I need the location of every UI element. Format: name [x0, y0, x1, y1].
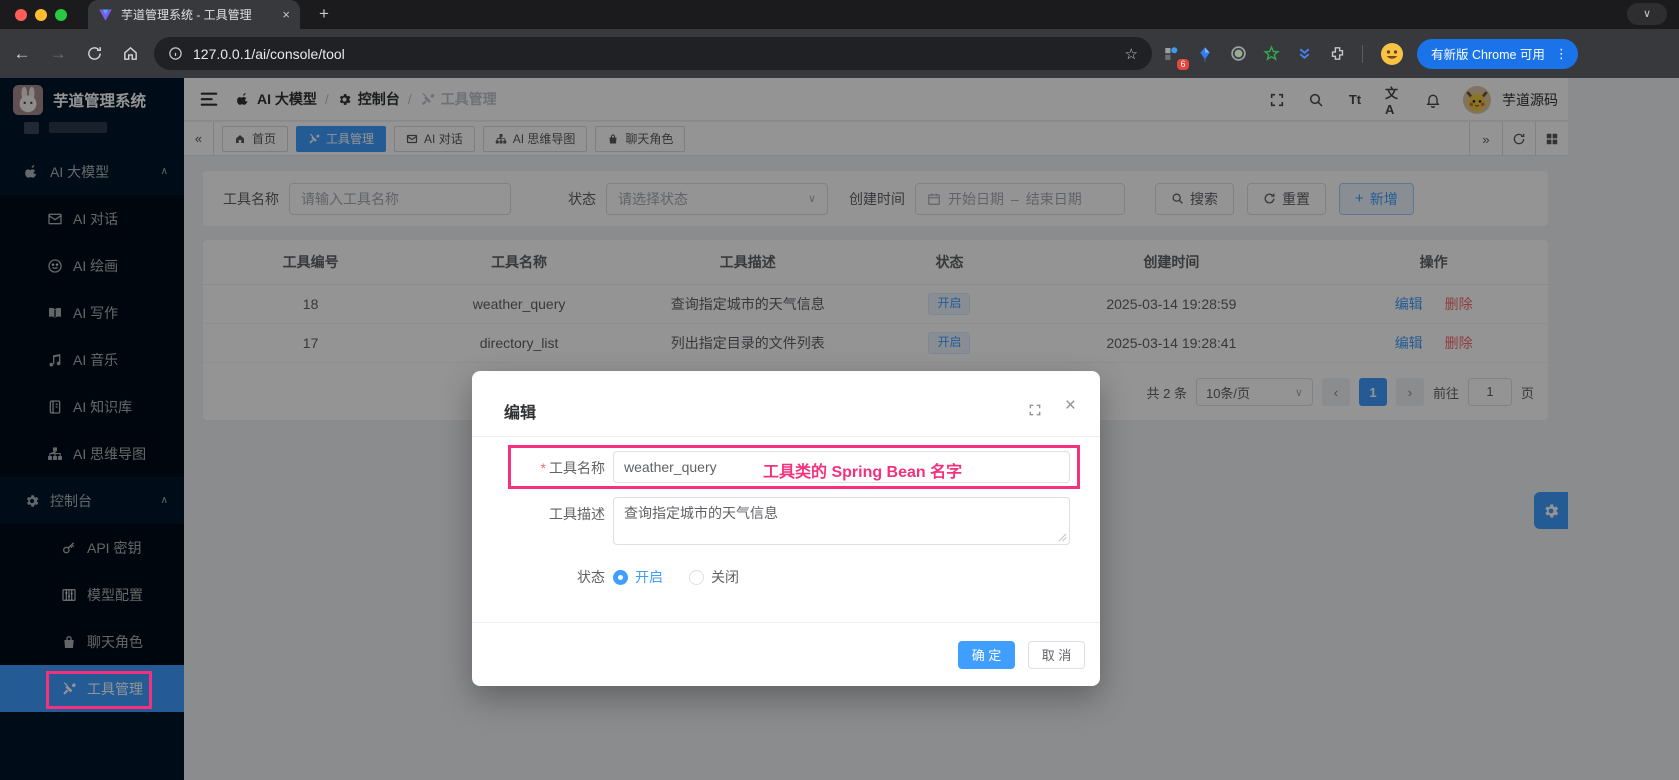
chrome-update-label: 有新版 Chrome 可用 [1431, 48, 1545, 62]
radio-off-label[interactable]: 关闭 [711, 567, 739, 587]
status-form-row: 状态 开启 关闭 [472, 567, 1100, 587]
close-tab-icon[interactable]: × [282, 7, 290, 22]
extensions-puzzle-icon[interactable] [1324, 41, 1350, 67]
back-icon[interactable]: ← [8, 40, 36, 68]
confirm-button[interactable]: 确 定 [958, 640, 1015, 669]
browser-tab[interactable]: 芋道管理系统 - 工具管理 × [88, 0, 300, 29]
dialog-fullscreen-icon[interactable] [1028, 403, 1042, 417]
screen: 芋道管理系统 - 工具管理 × + ∨ ← → 127.0.0.1/ai/con… [0, 0, 1679, 780]
traffic-light-maximize[interactable] [55, 9, 67, 21]
browser-tabstrip: 芋道管理系统 - 工具管理 × + ∨ [0, 0, 1679, 29]
annotation-text: 工具类的 Spring Bean 名字 [763, 464, 963, 481]
profile-avatar[interactable] [1379, 41, 1405, 67]
url-text[interactable]: 127.0.0.1/ai/console/tool [193, 46, 1115, 62]
traffic-light-minimize[interactable] [35, 9, 47, 21]
dialog-close-icon[interactable]: × [1065, 395, 1076, 417]
dialog-header: 编辑 × [472, 371, 1100, 437]
required-mark: * [540, 460, 546, 476]
browser-menu-icon[interactable]: ⋮ [1551, 46, 1572, 62]
radio-on-label[interactable]: 开启 [635, 567, 663, 587]
bookmark-star-icon[interactable]: ☆ [1125, 45, 1138, 63]
tool-desc-textarea[interactable]: 查询指定城市的天气信息 [613, 497, 1070, 545]
tab-search-icon[interactable]: ∨ [1627, 3, 1667, 25]
tool-name-field-label: * 工具名称 [540, 460, 605, 476]
page-viewport: 芋道管理系统 AI 大模型 ∧ AI 对话 AI 绘画 AI 写作 AI 音乐 … [0, 78, 1679, 780]
radio-on[interactable] [613, 569, 628, 585]
cancel-button[interactable]: 取 消 [1028, 640, 1085, 669]
tool-desc-field-label: 工具描述 [549, 506, 605, 522]
toolbar-divider [1362, 44, 1363, 63]
status-field-label: 状态 [577, 569, 605, 585]
extension-kite-icon[interactable] [1192, 41, 1218, 67]
dialog-title: 编辑 [504, 404, 537, 422]
home-icon[interactable] [116, 40, 144, 68]
forward-icon: → [49, 43, 67, 63]
extension-chevrons-icon[interactable] [1291, 41, 1317, 67]
extension-circle-icon[interactable] [1225, 41, 1251, 67]
tool-desc-form-row: 工具描述 查询指定城市的天气信息 [472, 497, 1100, 545]
favicon-icon [98, 7, 113, 22]
radio-off[interactable] [689, 569, 704, 585]
new-tab-button[interactable]: + [312, 2, 336, 26]
extension-badge: 6 [1176, 58, 1189, 70]
chrome-update-button[interactable]: 有新版 Chrome 可用 ⋮ [1417, 38, 1578, 69]
browser-toolbar: ← → 127.0.0.1/ai/console/tool ☆ 6 有新版 Ch… [0, 29, 1679, 78]
resize-handle-icon[interactable] [1058, 533, 1067, 542]
address-bar[interactable]: 127.0.0.1/ai/console/tool ☆ [154, 37, 1152, 70]
traffic-light-close[interactable] [15, 9, 27, 21]
dialog-footer: 确 定 取 消 [472, 622, 1100, 686]
reload-icon[interactable] [80, 40, 108, 68]
annotation-box-sidebar [46, 671, 152, 709]
edit-dialog: 编辑 × 工具类的 Spring Bean 名字 * 工具名称 weather_q… [472, 371, 1100, 686]
browser-tab-title: 芋道管理系统 - 工具管理 [121, 8, 252, 22]
site-info-icon[interactable] [168, 46, 183, 61]
extension-download-icon[interactable]: 6 [1159, 41, 1189, 70]
extension-star-icon[interactable] [1258, 41, 1284, 67]
